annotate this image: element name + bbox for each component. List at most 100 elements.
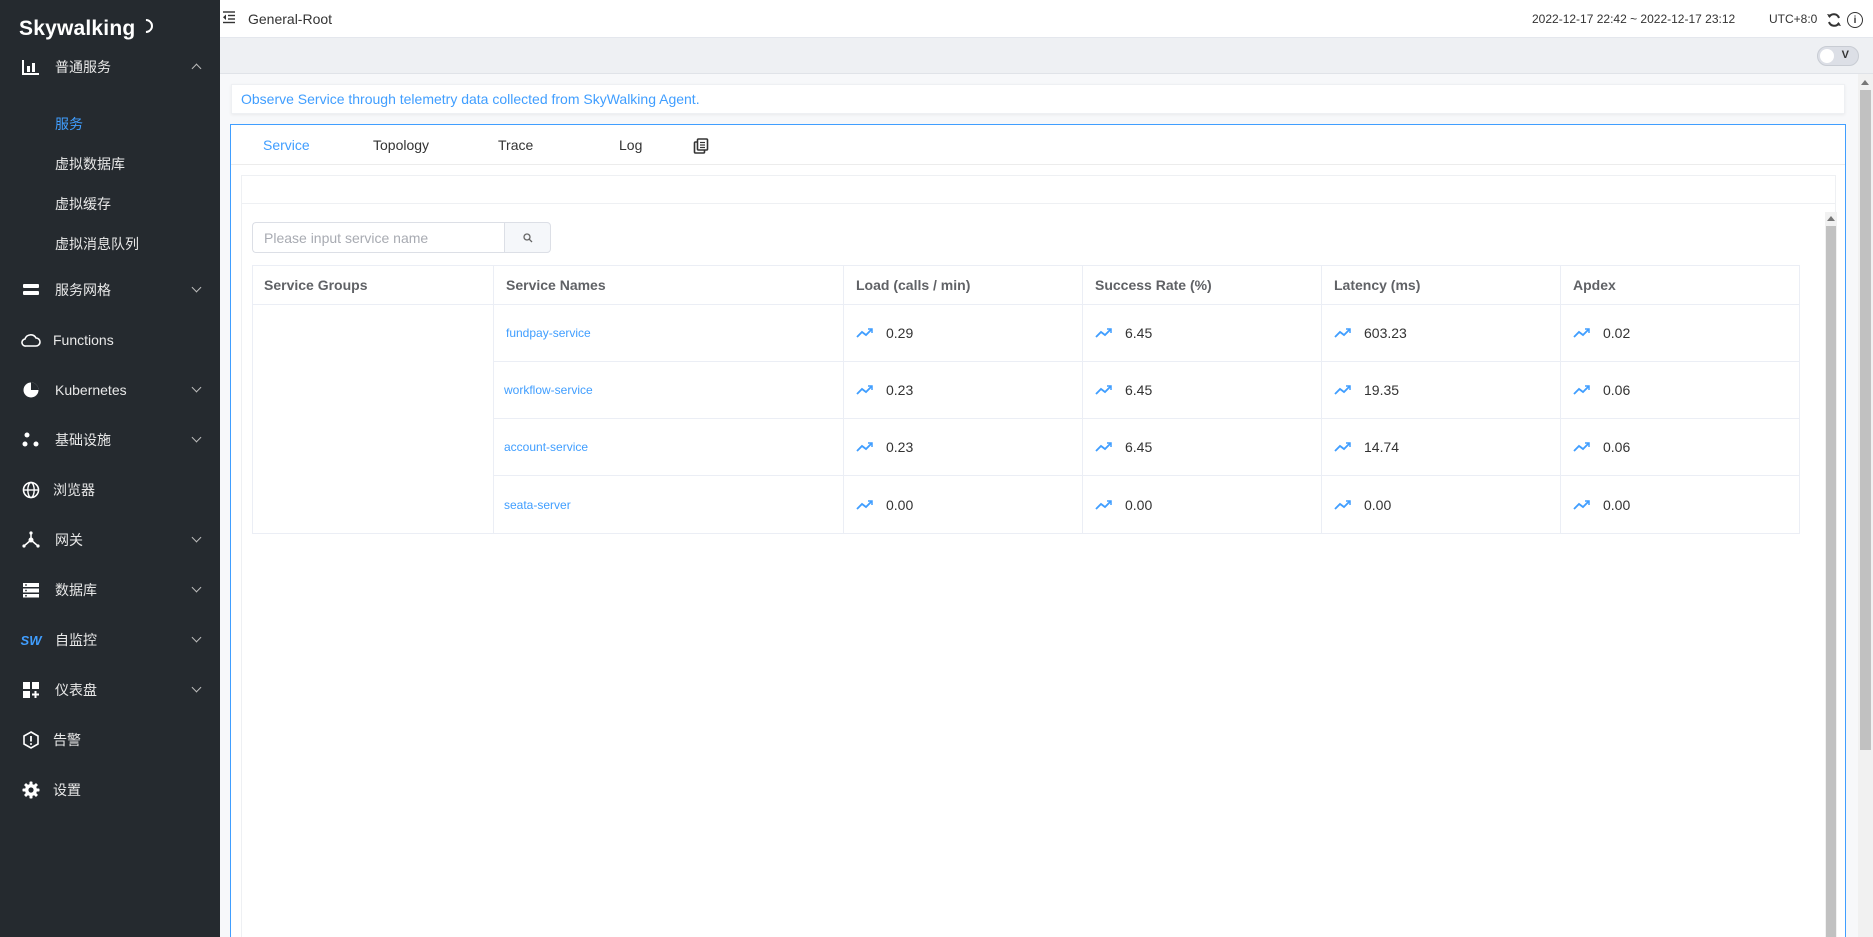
trend-chart-icon[interactable] bbox=[1334, 327, 1352, 339]
logo-wave-icon bbox=[136, 16, 157, 36]
trend-chart-icon[interactable] bbox=[1334, 499, 1352, 511]
layers-icon bbox=[21, 280, 41, 300]
success-rate-value: 6.45 bbox=[1125, 382, 1153, 398]
tab-service[interactable]: Service bbox=[263, 137, 310, 153]
sidebar-subitem-service[interactable]: 服务 bbox=[0, 107, 220, 141]
sidebar-item-service-mesh[interactable]: 服务网格 bbox=[0, 270, 220, 310]
gateway-icon bbox=[21, 530, 41, 550]
search-button[interactable] bbox=[504, 222, 551, 253]
trend-chart-icon[interactable] bbox=[856, 441, 874, 453]
sidebar-item-label: Kubernetes bbox=[55, 382, 127, 398]
tab-trace[interactable]: Trace bbox=[498, 137, 533, 153]
column-header-service-names: Service Names bbox=[494, 266, 844, 304]
time-range-picker[interactable]: 2022-12-17 22:42 ~ 2022-12-17 23:12 bbox=[1532, 12, 1735, 26]
latency-value: 14.74 bbox=[1364, 439, 1400, 455]
chevron-down-icon bbox=[191, 682, 202, 693]
copy-icon[interactable] bbox=[693, 138, 709, 154]
scroll-up-icon[interactable] bbox=[1827, 216, 1835, 221]
sidebar-item-label: 基础设施 bbox=[55, 432, 111, 448]
service-link-workflow[interactable]: workflow-service bbox=[494, 383, 593, 397]
sidebar-item-functions[interactable]: Functions bbox=[0, 320, 220, 360]
widget-scrollbar[interactable] bbox=[1825, 212, 1837, 937]
trend-chart-icon[interactable] bbox=[1095, 327, 1113, 339]
page-title: General-Root bbox=[248, 11, 333, 27]
load-value: 0.23 bbox=[886, 382, 914, 398]
apdex-value: 0.00 bbox=[1603, 496, 1631, 513]
scrollbar-thumb[interactable] bbox=[1826, 226, 1836, 937]
trend-chart-icon[interactable] bbox=[1573, 327, 1591, 339]
tab-topology[interactable]: Topology bbox=[373, 137, 429, 153]
sidebar-item-self-observability[interactable]: SW 自监控 bbox=[0, 620, 220, 660]
trend-chart-icon[interactable] bbox=[1095, 384, 1113, 396]
collapse-menu-icon[interactable] bbox=[222, 10, 236, 24]
edit-mode-toggle[interactable]: V bbox=[1817, 46, 1859, 66]
trend-chart-icon[interactable] bbox=[1573, 384, 1591, 396]
sidebar-subitem-virtual-cache[interactable]: 虚拟缓存 bbox=[0, 187, 220, 221]
sidebar-item-kubernetes[interactable]: Kubernetes bbox=[0, 370, 220, 410]
service-name-cell: account-service bbox=[494, 419, 844, 475]
trend-chart-icon[interactable] bbox=[1334, 441, 1352, 453]
trend-chart-icon[interactable] bbox=[1095, 441, 1113, 453]
trend-chart-icon[interactable] bbox=[1334, 384, 1352, 396]
nodes-icon bbox=[21, 430, 41, 450]
sw-logo-icon: SW bbox=[20, 632, 42, 648]
apdex-cell: 0.06 bbox=[1561, 362, 1799, 418]
tab-log[interactable]: Log bbox=[619, 137, 642, 153]
apdex-cell: 0.02 bbox=[1561, 305, 1799, 361]
scroll-up-icon[interactable] bbox=[1861, 80, 1869, 85]
widget-header bbox=[242, 176, 1835, 204]
chevron-down-icon bbox=[191, 532, 202, 543]
sidebar-subitem-virtual-mq[interactable]: 虚拟消息队列 bbox=[0, 227, 220, 261]
refresh-icon[interactable] bbox=[1826, 12, 1842, 28]
scrollbar-thumb[interactable] bbox=[1860, 90, 1871, 750]
chevron-down-icon bbox=[191, 282, 202, 293]
apdex-cell: 0.06 bbox=[1561, 419, 1799, 475]
sidebar-item-gateway[interactable]: 网关 bbox=[0, 520, 220, 560]
trend-chart-icon[interactable] bbox=[856, 327, 874, 339]
latency-cell: 14.74 bbox=[1322, 419, 1561, 475]
sidebar-item-infrastructure[interactable]: 基础设施 bbox=[0, 420, 220, 460]
success-rate-cell: 6.45 bbox=[1083, 362, 1322, 418]
success-rate-cell: 6.45 bbox=[1083, 419, 1322, 475]
table-row: account-service 0.23 6.45 14.74 0.06 bbox=[494, 419, 1799, 476]
service-link-account[interactable]: account-service bbox=[494, 440, 588, 454]
trend-chart-icon[interactable] bbox=[1095, 499, 1113, 511]
latency-cell: 19.35 bbox=[1322, 362, 1561, 418]
info-icon[interactable]: i bbox=[1847, 12, 1863, 28]
sidebar-item-database[interactable]: 数据库 bbox=[0, 570, 220, 610]
chevron-down-icon bbox=[191, 382, 202, 393]
sidebar-item-dashboard[interactable]: 仪表盘 bbox=[0, 670, 220, 710]
apdex-value: 0.02 bbox=[1603, 325, 1631, 341]
trend-chart-icon[interactable] bbox=[1573, 499, 1591, 511]
trend-chart-icon[interactable] bbox=[856, 499, 874, 511]
sidebar-item-label: 普通服务 bbox=[55, 59, 111, 75]
load-cell: 0.23 bbox=[844, 419, 1083, 475]
apdex-value: 0.06 bbox=[1603, 382, 1631, 398]
service-link-fundpay[interactable]: fundpay-service bbox=[494, 326, 591, 340]
table-body: fundpay-service 0.29 6.45 603.23 0.02 wo… bbox=[253, 305, 1799, 533]
column-header-apdex: Apdex bbox=[1573, 277, 1616, 293]
sidebar-subitem-virtual-database[interactable]: 虚拟数据库 bbox=[0, 147, 220, 181]
service-group-cell bbox=[253, 305, 494, 533]
trend-chart-icon[interactable] bbox=[1573, 441, 1591, 453]
sidebar-item-settings[interactable]: 设置 bbox=[0, 770, 220, 810]
service-link-seata[interactable]: seata-server bbox=[494, 498, 571, 512]
description-banner: Observe Service through telemetry data c… bbox=[231, 84, 1845, 114]
service-name-cell: workflow-service bbox=[494, 362, 844, 418]
success-rate-value: 0.00 bbox=[1125, 496, 1153, 513]
sidebar-item-label: 数据库 bbox=[55, 582, 97, 598]
sidebar-item-label: 网关 bbox=[55, 532, 83, 548]
sidebar-item-label: 设置 bbox=[53, 782, 81, 798]
top-bar: General-Root 2022-12-17 22:42 ~ 2022-12-… bbox=[220, 0, 1873, 38]
load-value: 0.29 bbox=[886, 325, 914, 341]
sidebar-item-alarm[interactable]: 告警 bbox=[0, 720, 220, 760]
cloud-icon bbox=[21, 330, 41, 350]
sidebar-item-general-service[interactable]: 普通服务 bbox=[0, 47, 220, 87]
success-rate-cell: 6.45 bbox=[1083, 305, 1322, 361]
load-cell: 0.29 bbox=[844, 305, 1083, 361]
page-scrollbar[interactable] bbox=[1858, 74, 1873, 937]
load-cell: 0.23 bbox=[844, 362, 1083, 418]
trend-chart-icon[interactable] bbox=[856, 384, 874, 396]
sidebar-item-browser[interactable]: 浏览器 bbox=[0, 470, 220, 510]
search-input[interactable] bbox=[252, 222, 504, 253]
